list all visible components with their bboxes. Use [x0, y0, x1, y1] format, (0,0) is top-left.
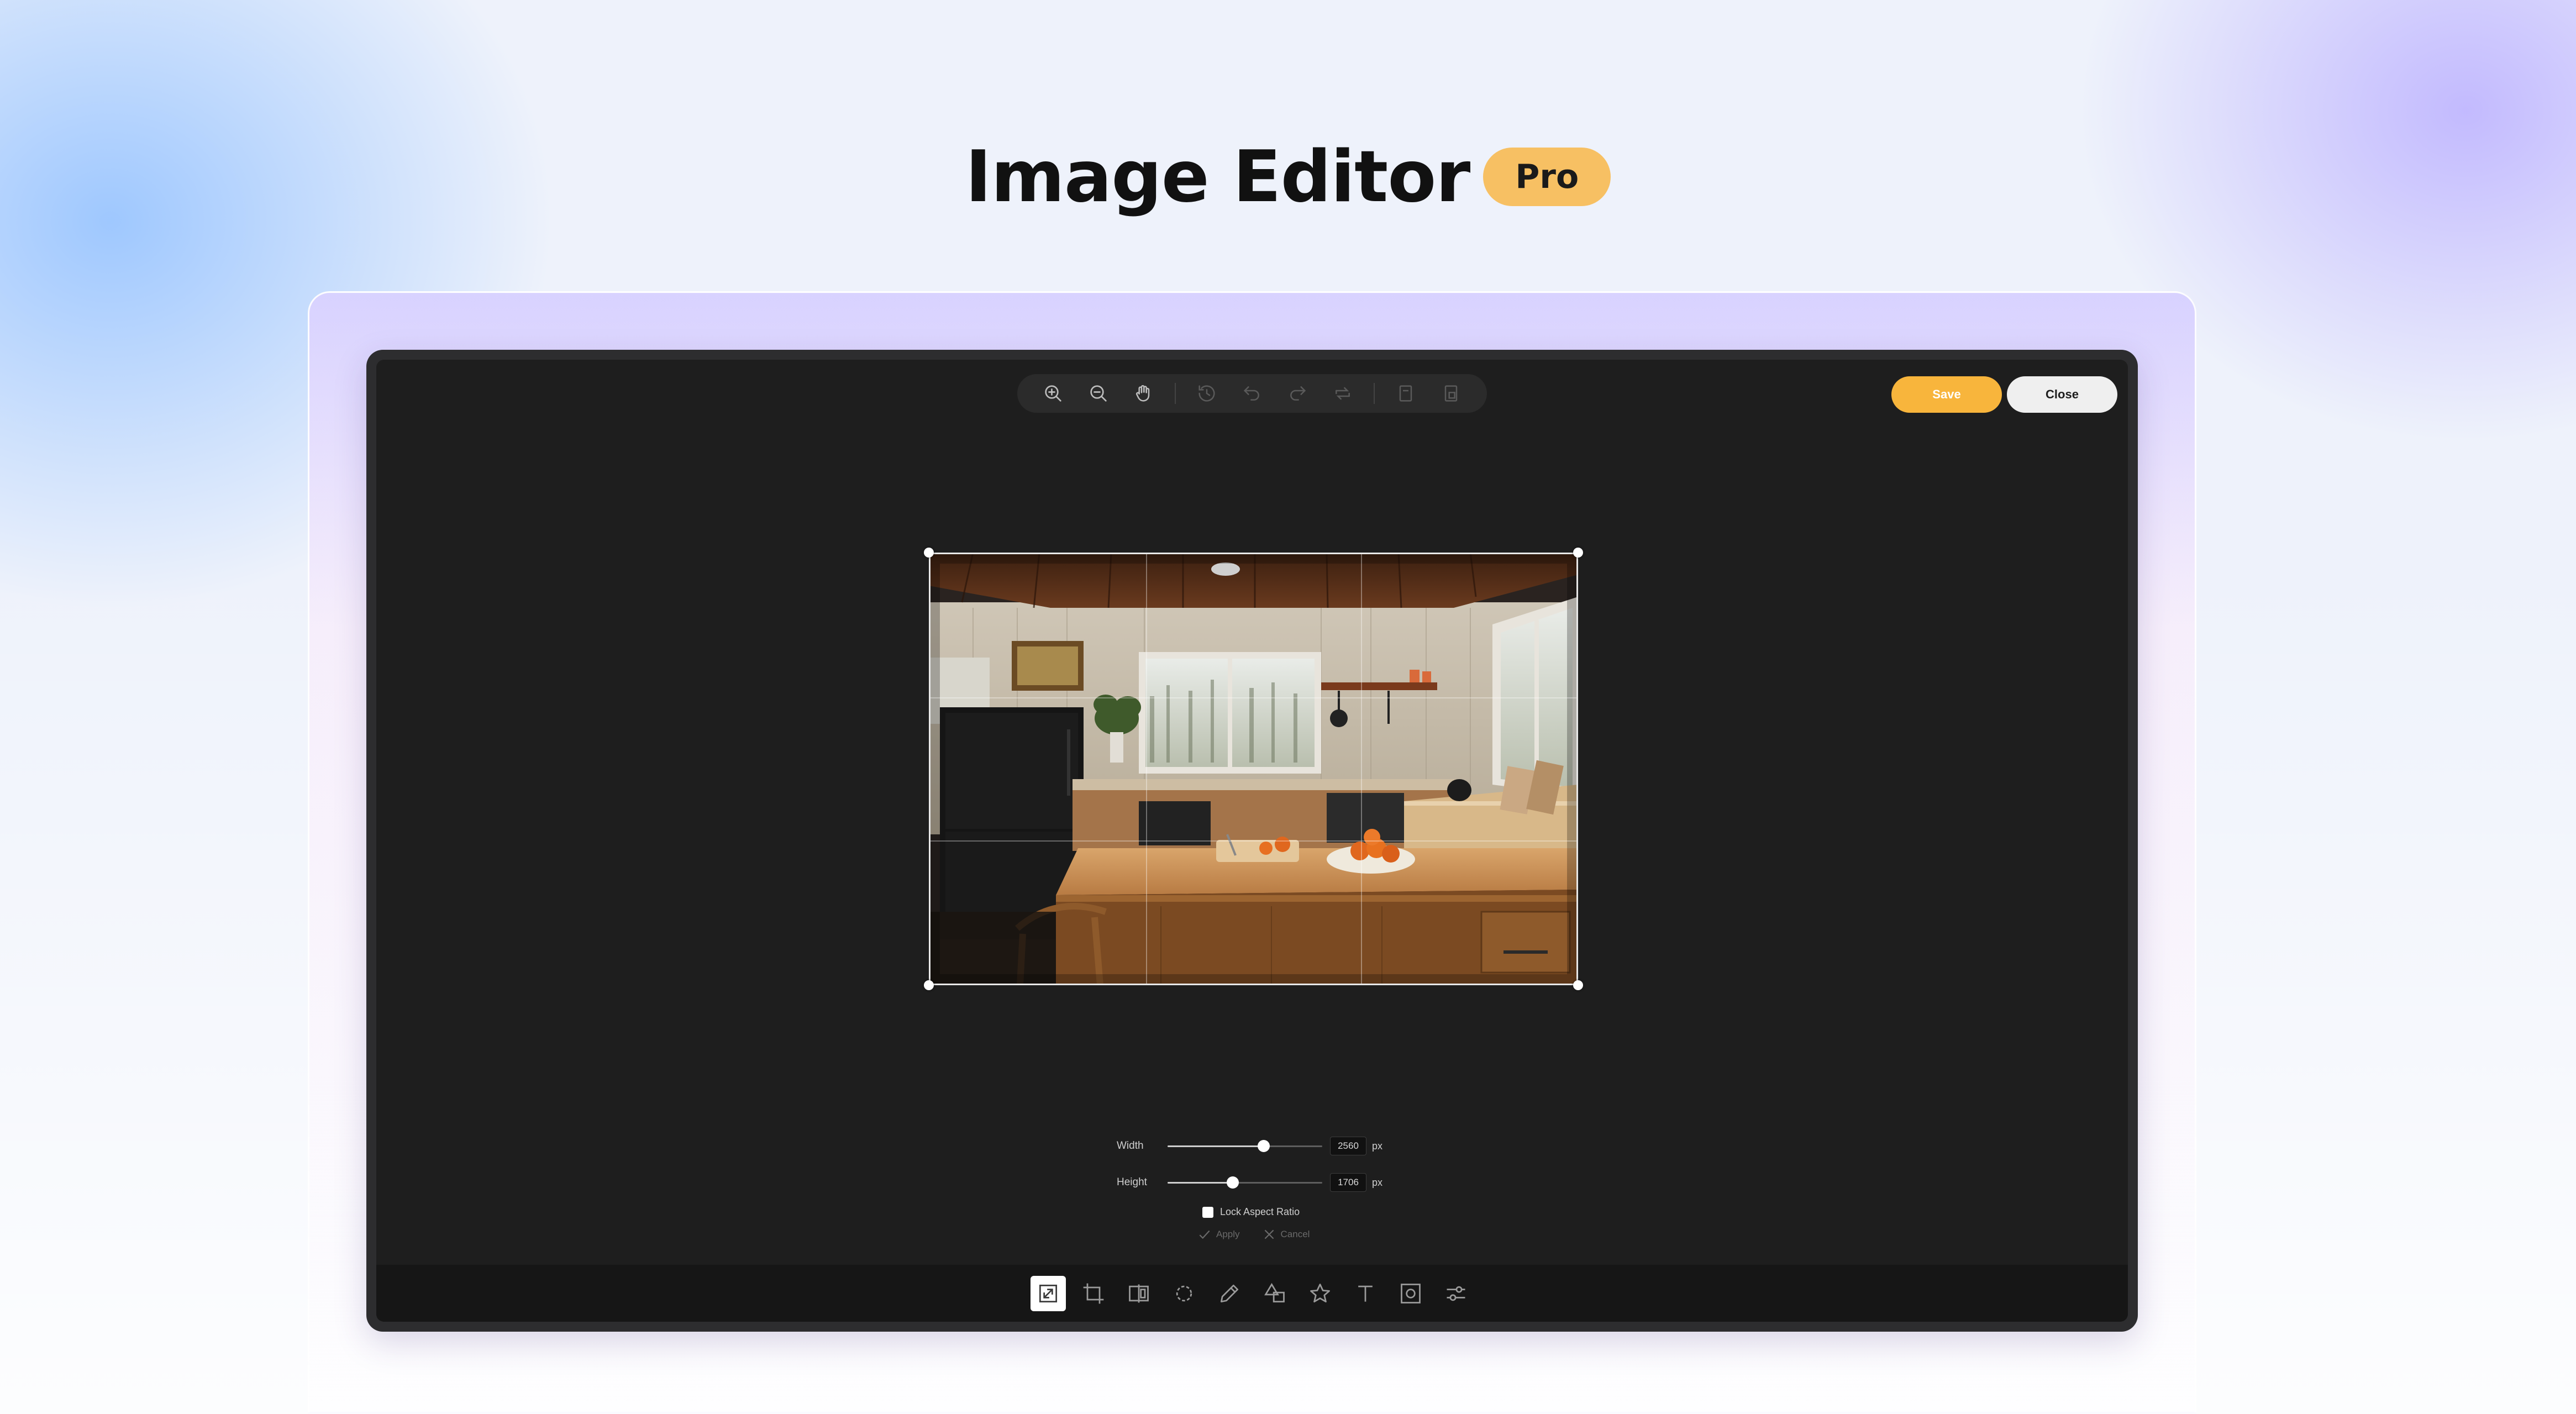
crop-handle-top-left[interactable] [924, 548, 934, 558]
height-row: Height 1706 px [1117, 1173, 1393, 1192]
width-row: Width 2560 px [1117, 1137, 1393, 1155]
cancel-label: Cancel [1280, 1229, 1310, 1239]
height-unit: px [1372, 1176, 1383, 1188]
star-icon [1310, 1283, 1330, 1302]
crop-handle-bottom-right[interactable] [1573, 980, 1583, 990]
zoom-out-icon[interactable] [1084, 379, 1113, 408]
rotate-tool[interactable] [1166, 1276, 1202, 1311]
grid-line [930, 697, 1576, 698]
paste-icon[interactable] [1437, 379, 1465, 408]
slider-thumb[interactable] [1226, 1176, 1239, 1189]
apply-label: Apply [1216, 1229, 1240, 1239]
resize-icon [1039, 1284, 1058, 1302]
flip-icon [1129, 1284, 1149, 1302]
sliders-icon [1447, 1286, 1465, 1301]
rotate-icon [1176, 1285, 1192, 1301]
x-icon [1264, 1229, 1274, 1239]
height-input[interactable]: 1706 [1330, 1173, 1366, 1192]
editor-window: Save Close Width 2560 px Height 1706 px … [366, 350, 2138, 1332]
grid-line [930, 840, 1576, 842]
slider-fill [1168, 1182, 1233, 1184]
crop-frame[interactable] [929, 553, 1578, 985]
toolbar-divider [1374, 383, 1375, 404]
resize-actions: Apply Cancel [1197, 1227, 1310, 1242]
grid-line [1361, 554, 1363, 984]
text-tool[interactable] [1348, 1276, 1383, 1311]
height-slider[interactable] [1168, 1174, 1322, 1191]
crop-icon [1083, 1283, 1104, 1303]
width-input[interactable]: 2560 [1330, 1137, 1366, 1155]
zoom-in-icon[interactable] [1039, 379, 1068, 408]
resize-tool[interactable] [1031, 1275, 1066, 1311]
view-toolbar [1017, 374, 1487, 413]
pro-badge: Pro [1483, 148, 1611, 206]
apply-button[interactable]: Apply [1197, 1227, 1240, 1242]
save-button[interactable]: Save [1891, 376, 2002, 413]
width-unit: px [1372, 1140, 1383, 1152]
sticker-tool[interactable] [1302, 1276, 1338, 1311]
width-slider[interactable] [1168, 1138, 1322, 1154]
adjust-tool[interactable] [1438, 1276, 1474, 1311]
undo-icon[interactable] [1238, 379, 1266, 408]
editor-screen: Save Close Width 2560 px Height 1706 px … [376, 360, 2128, 1322]
canvas-area[interactable] [376, 360, 2128, 1266]
grid-line [1145, 554, 1147, 984]
shape-tool[interactable] [1257, 1276, 1292, 1311]
mask-tool[interactable] [1393, 1276, 1428, 1311]
lock-aspect-row[interactable]: Lock Aspect Ratio [1202, 1206, 1300, 1218]
hand-pan-icon[interactable] [1129, 379, 1158, 408]
redo-icon[interactable] [1283, 379, 1312, 408]
mask-icon [1401, 1283, 1421, 1303]
height-label: Height [1117, 1176, 1147, 1188]
history-icon[interactable] [1192, 379, 1221, 408]
pencil-icon [1220, 1284, 1239, 1302]
lock-aspect-label: Lock Aspect Ratio [1220, 1206, 1300, 1217]
cancel-button[interactable]: Cancel [1262, 1227, 1310, 1242]
resize-panel: Width 2560 px Height 1706 px Lock Aspect… [1117, 1133, 1393, 1244]
page-header: Image Editor Pro [0, 130, 2576, 224]
crop-tool[interactable] [1076, 1276, 1111, 1311]
draw-tool[interactable] [1212, 1276, 1247, 1311]
lock-aspect-checkbox[interactable] [1202, 1206, 1213, 1218]
toolbar-divider [1175, 383, 1176, 404]
flip-tool[interactable] [1121, 1276, 1156, 1311]
close-button[interactable]: Close [2007, 376, 2117, 413]
width-label: Width [1117, 1140, 1144, 1152]
reset-icon[interactable] [1328, 379, 1357, 408]
shapes-icon [1264, 1282, 1285, 1302]
copy-icon[interactable] [1391, 379, 1420, 408]
check-icon [1199, 1230, 1210, 1239]
slider-fill [1168, 1145, 1264, 1147]
page-title: Image Editor [965, 135, 1471, 218]
tools-bar [376, 1265, 2128, 1322]
slider-thumb[interactable] [1257, 1140, 1270, 1152]
crop-handle-bottom-left[interactable] [924, 980, 934, 990]
text-icon [1358, 1285, 1373, 1302]
crop-handle-top-right[interactable] [1573, 548, 1583, 558]
